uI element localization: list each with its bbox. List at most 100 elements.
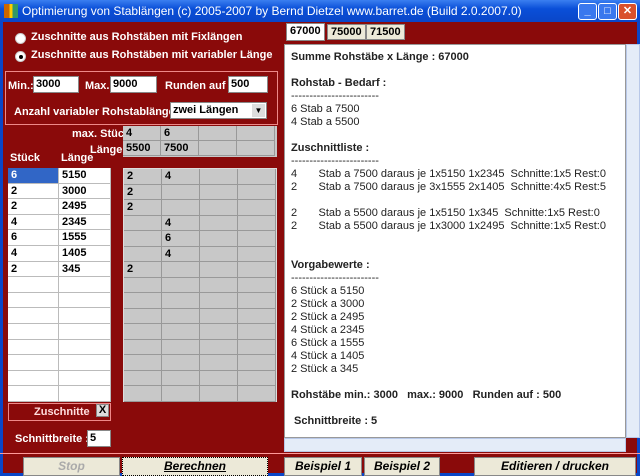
pieces-cell[interactable] — [59, 355, 111, 371]
cut-cell[interactable] — [124, 370, 162, 386]
chevron-down-icon[interactable]: ▼ — [252, 104, 265, 117]
tab-67000[interactable]: 67000 — [286, 23, 325, 41]
cut-cell[interactable] — [200, 293, 238, 309]
cut-cell[interactable] — [200, 215, 238, 231]
round-input[interactable]: 500 — [228, 76, 268, 93]
kerf-input[interactable]: 5 — [87, 430, 111, 447]
pieces-cell[interactable] — [59, 339, 111, 356]
stock-cell[interactable]: 6 — [161, 126, 199, 141]
pieces-cell[interactable]: 5150 — [59, 168, 111, 184]
cut-cell[interactable] — [124, 246, 162, 262]
cut-cell[interactable] — [200, 277, 238, 293]
stock-cell[interactable]: 5500 — [123, 141, 161, 156]
cut-cell[interactable] — [238, 184, 276, 200]
cut-cell[interactable] — [124, 308, 162, 324]
cut-cell[interactable] — [238, 262, 276, 278]
maximize-button[interactable]: □ — [598, 3, 617, 20]
minimize-button[interactable]: _ — [578, 3, 597, 20]
stock-cell[interactable] — [199, 126, 237, 141]
pieces-cell[interactable] — [59, 386, 111, 402]
cut-cell[interactable] — [238, 355, 276, 371]
stock-cell[interactable]: 4 — [123, 126, 161, 141]
cut-cell[interactable] — [200, 262, 238, 278]
cut-cell[interactable] — [124, 231, 162, 247]
cut-cell[interactable] — [238, 169, 276, 185]
cut-cell[interactable] — [238, 231, 276, 247]
cut-cell[interactable] — [238, 324, 276, 340]
pieces-cell[interactable]: 2495 — [59, 199, 111, 215]
cut-cell[interactable] — [162, 355, 200, 371]
pieces-cell[interactable]: 2 — [8, 261, 59, 278]
cut-cell[interactable]: 6 — [162, 231, 200, 247]
cut-cell[interactable] — [200, 355, 238, 371]
cut-cell[interactable] — [238, 246, 276, 262]
tab-75000[interactable]: 75000 — [327, 24, 366, 40]
stock-cell[interactable]: 7500 — [161, 141, 199, 156]
pieces-cell[interactable]: 2 — [8, 199, 59, 215]
pieces-cell[interactable]: 6 — [8, 230, 59, 246]
cut-cell[interactable] — [238, 370, 276, 386]
pieces-cell[interactable]: 2 — [8, 183, 59, 200]
pieces-cell[interactable]: 1405 — [59, 246, 111, 262]
pieces-cell[interactable] — [8, 324, 59, 340]
pieces-cell[interactable] — [8, 308, 59, 324]
pieces-cell[interactable]: 3000 — [59, 183, 111, 200]
vertical-scrollbar[interactable] — [626, 44, 640, 438]
cut-cell[interactable] — [162, 200, 200, 216]
cut-cell[interactable] — [124, 386, 162, 402]
pieces-cell[interactable]: 6 — [8, 168, 59, 184]
cut-cell[interactable] — [200, 324, 238, 340]
stop-button[interactable]: Stop — [23, 457, 120, 476]
pieces-cell[interactable] — [8, 386, 59, 402]
cut-cell[interactable] — [162, 308, 200, 324]
stock-cell[interactable] — [237, 141, 275, 156]
cut-cell[interactable] — [124, 215, 162, 231]
pieces-cell[interactable]: 4 — [8, 214, 59, 231]
cut-cell[interactable]: 2 — [124, 262, 162, 278]
clear-button[interactable]: X — [96, 404, 109, 417]
result-text[interactable]: Summe Rohstäbe x Länge : 67000 Rohstab - … — [284, 44, 626, 438]
cut-cell[interactable] — [124, 324, 162, 340]
cut-cell[interactable] — [238, 277, 276, 293]
cut-cell[interactable]: 2 — [124, 200, 162, 216]
pieces-cell[interactable] — [59, 292, 111, 309]
edit-print-button[interactable]: Editieren / drucken — [474, 457, 636, 476]
pieces-cell[interactable]: 1555 — [59, 230, 111, 246]
count-select[interactable]: zwei Längen ▼ — [170, 102, 267, 119]
cut-cell[interactable]: 2 — [124, 184, 162, 200]
cut-cell[interactable] — [200, 339, 238, 355]
cut-cell[interactable] — [162, 324, 200, 340]
stock-cell[interactable] — [237, 126, 275, 141]
tab-71500[interactable]: 71500 — [366, 24, 405, 40]
max-input[interactable]: 9000 — [110, 76, 157, 93]
pieces-cell[interactable] — [59, 277, 111, 293]
cut-cell[interactable]: 2 — [124, 169, 162, 185]
pieces-cell[interactable] — [8, 292, 59, 309]
cut-cell[interactable] — [238, 339, 276, 355]
cut-cell[interactable]: 4 — [162, 215, 200, 231]
cut-cell[interactable] — [162, 370, 200, 386]
cut-cell[interactable] — [238, 308, 276, 324]
pieces-cell[interactable] — [8, 355, 59, 371]
cut-cell[interactable] — [200, 386, 238, 402]
cut-cell[interactable] — [200, 169, 238, 185]
cut-cell[interactable] — [124, 277, 162, 293]
cut-cell[interactable] — [238, 293, 276, 309]
example1-button[interactable]: Beispiel 1 — [284, 457, 362, 476]
cut-cell[interactable] — [124, 339, 162, 355]
pieces-cell[interactable] — [59, 308, 111, 324]
cut-cell[interactable] — [200, 231, 238, 247]
min-input[interactable]: 3000 — [33, 76, 79, 93]
cut-cell[interactable] — [200, 246, 238, 262]
pieces-cell[interactable] — [8, 370, 59, 387]
cut-cell[interactable]: 4 — [162, 246, 200, 262]
example2-button[interactable]: Beispiel 2 — [364, 457, 440, 476]
pieces-cell[interactable] — [59, 370, 111, 387]
pieces-cell[interactable]: 4 — [8, 246, 59, 262]
cut-cell[interactable] — [200, 308, 238, 324]
pieces-cell[interactable] — [59, 324, 111, 340]
cut-cell[interactable] — [124, 355, 162, 371]
cut-cell[interactable]: 4 — [162, 169, 200, 185]
cut-cell[interactable] — [162, 277, 200, 293]
cut-cell[interactable] — [238, 386, 276, 402]
